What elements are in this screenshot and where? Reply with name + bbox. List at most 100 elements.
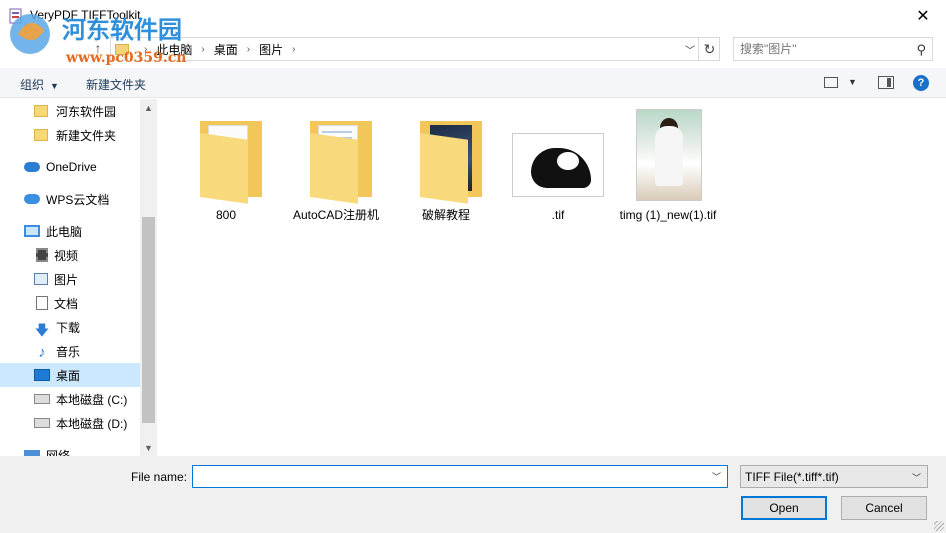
help-icon[interactable]: ? bbox=[913, 75, 929, 91]
filetype-select[interactable]: TIFF File(*.tiff*.tif) ﹀ bbox=[740, 465, 928, 488]
nav-item[interactable]: ♪ 音乐 bbox=[0, 339, 140, 363]
nav-item-label: 本地磁盘 (D:) bbox=[56, 416, 128, 431]
filetype-value: TIFF File(*.tiff*.tif) bbox=[745, 469, 839, 484]
nav-item[interactable]: 本地磁盘 (C:) bbox=[0, 387, 140, 411]
nav-item-label: 下载 bbox=[56, 320, 81, 335]
file-name: .tif bbox=[551, 208, 565, 222]
onedrive-icon bbox=[24, 162, 40, 172]
scroll-down-icon[interactable]: ▼ bbox=[140, 439, 157, 456]
organize-label: 组织 bbox=[20, 78, 45, 92]
breadcrumb-desktop[interactable]: 桌面 bbox=[214, 41, 238, 58]
refresh-icon: ↻ bbox=[703, 40, 716, 57]
file-item[interactable]: timg (1)_new(1).tif bbox=[614, 107, 722, 223]
address-bar[interactable]: › 此电脑 › 桌面 › 图片 › ﹀ bbox=[110, 37, 720, 61]
breadcrumb-pictures[interactable]: 图片 bbox=[259, 41, 283, 58]
up-arrow-icon: ↑ bbox=[94, 40, 102, 56]
pictures-icon bbox=[34, 273, 48, 285]
nav-item-label: 音乐 bbox=[56, 344, 81, 359]
up-button[interactable]: ↑ bbox=[88, 38, 108, 58]
nav-item[interactable]: 河东软件园 bbox=[0, 99, 140, 123]
view-mode-icon[interactable] bbox=[824, 77, 838, 88]
nav-item-label: 文档 bbox=[54, 296, 79, 311]
dialog-footer: File name: ﹀ TIFF File(*.tiff*.tif) ﹀ Op… bbox=[0, 456, 946, 533]
nav-item[interactable]: 🡇 下载 bbox=[0, 315, 140, 339]
title-bar: VeryPDF TIFFToolkit ✕ bbox=[0, 0, 946, 32]
folder-icon bbox=[115, 43, 129, 55]
address-row: ↑ › 此电脑 › 桌面 › 图片 › ﹀ ↻ ⚲ bbox=[0, 32, 946, 64]
search-icon: ⚲ bbox=[916, 42, 926, 57]
nav-item-label: 此电脑 bbox=[46, 224, 83, 239]
file-name: AutoCAD注册机 bbox=[292, 208, 380, 222]
chevron-down-icon: ﹀ bbox=[911, 473, 921, 483]
nav-scrollbar[interactable]: ▲ ▼ bbox=[140, 99, 157, 456]
image-thumbnail bbox=[620, 107, 716, 203]
nav-item[interactable]: 此电脑 bbox=[0, 219, 140, 243]
nav-item[interactable]: WPS云文档 bbox=[0, 187, 140, 211]
nav-item[interactable]: 网络 bbox=[0, 443, 140, 456]
filename-input[interactable] bbox=[193, 466, 703, 487]
file-item[interactable]: .tif bbox=[504, 107, 612, 223]
nav-item-label: WPS云文档 bbox=[46, 192, 110, 207]
nav-item-label: 河东软件园 bbox=[56, 104, 117, 119]
folder-icon bbox=[34, 129, 48, 141]
refresh-button[interactable]: ↻ bbox=[698, 37, 720, 61]
chevron-right-icon: › bbox=[292, 43, 296, 55]
nav-item[interactable]: 视频 bbox=[0, 243, 140, 267]
desktop-icon bbox=[34, 369, 50, 381]
scroll-thumb[interactable] bbox=[142, 217, 155, 423]
file-name: 破解教程 bbox=[421, 208, 470, 222]
nav-item-label: 图片 bbox=[54, 272, 79, 287]
file-item[interactable]: AutoCAD注册机 bbox=[282, 107, 390, 223]
nav-item-label: 网络 bbox=[46, 448, 71, 457]
nav-item[interactable]: 文档 bbox=[0, 291, 140, 315]
nav-item-label: OneDrive bbox=[46, 160, 97, 174]
chevron-down-icon[interactable]: ﹀ bbox=[685, 42, 695, 57]
new-folder-button[interactable]: 新建文件夹 bbox=[86, 76, 146, 93]
preview-pane-icon[interactable] bbox=[878, 76, 894, 89]
drive-icon bbox=[34, 394, 50, 404]
image-thumbnail bbox=[510, 107, 606, 203]
nav-item[interactable]: 新建文件夹 bbox=[0, 123, 140, 147]
file-name: 800 bbox=[215, 208, 237, 222]
search-box[interactable]: ⚲ bbox=[733, 37, 933, 61]
file-list: 800 AutoCAD注册机 破解教程 .tif timg (1)_new(1)… bbox=[158, 99, 946, 456]
cancel-button[interactable]: Cancel bbox=[841, 496, 927, 520]
nav-item[interactable]: 本地磁盘 (D:) bbox=[0, 411, 140, 435]
open-button[interactable]: Open bbox=[741, 496, 827, 520]
nav-item[interactable]: 图片 bbox=[0, 267, 140, 291]
caret-down-icon: ▼ bbox=[50, 81, 59, 91]
file-item[interactable]: 破解教程 bbox=[392, 107, 500, 223]
resize-grip[interactable] bbox=[934, 521, 944, 531]
nav-item-label: 本地磁盘 (C:) bbox=[56, 392, 128, 407]
drive-icon bbox=[34, 418, 50, 428]
close-icon: ✕ bbox=[916, 8, 930, 25]
search-input[interactable] bbox=[734, 38, 904, 60]
file-item[interactable]: 800 bbox=[172, 107, 280, 223]
chevron-right-icon: › bbox=[201, 43, 205, 55]
download-icon: 🡇 bbox=[34, 322, 50, 338]
nav-item[interactable]: OneDrive bbox=[0, 155, 140, 179]
documents-icon bbox=[36, 296, 48, 310]
app-icon bbox=[8, 8, 24, 24]
filename-combobox[interactable]: ﹀ bbox=[192, 465, 728, 488]
computer-icon bbox=[24, 225, 40, 237]
chevron-right-icon: › bbox=[246, 43, 251, 55]
navigation-pane: 河东软件园新建文件夹 OneDrive WPS云文档 此电脑视频图片文档 🡇 下载 ♪ 音乐桌… bbox=[0, 99, 157, 456]
close-button[interactable]: ✕ bbox=[900, 0, 946, 32]
nav-item-label: 桌面 bbox=[56, 368, 81, 383]
command-toolbar: 组织 ▼ 新建文件夹 ▼ ? bbox=[0, 68, 946, 98]
scroll-up-icon[interactable]: ▲ bbox=[140, 99, 157, 116]
wps-cloud-icon bbox=[24, 194, 40, 204]
folder-icon bbox=[34, 105, 48, 117]
caret-down-icon[interactable]: ▼ bbox=[848, 77, 857, 87]
organize-button[interactable]: 组织 ▼ bbox=[20, 76, 59, 93]
breadcrumb-this-pc[interactable]: 此电脑 bbox=[156, 41, 192, 58]
chevron-right-icon: › bbox=[144, 43, 148, 55]
folder-icon bbox=[178, 107, 274, 204]
nav-item[interactable]: 桌面 bbox=[0, 363, 140, 387]
video-icon bbox=[36, 248, 48, 262]
window-title: VeryPDF TIFFToolkit bbox=[30, 8, 141, 22]
chevron-down-icon[interactable]: ﹀ bbox=[712, 470, 721, 483]
nav-item-label: 视频 bbox=[54, 248, 79, 263]
music-icon: ♪ bbox=[38, 344, 46, 361]
